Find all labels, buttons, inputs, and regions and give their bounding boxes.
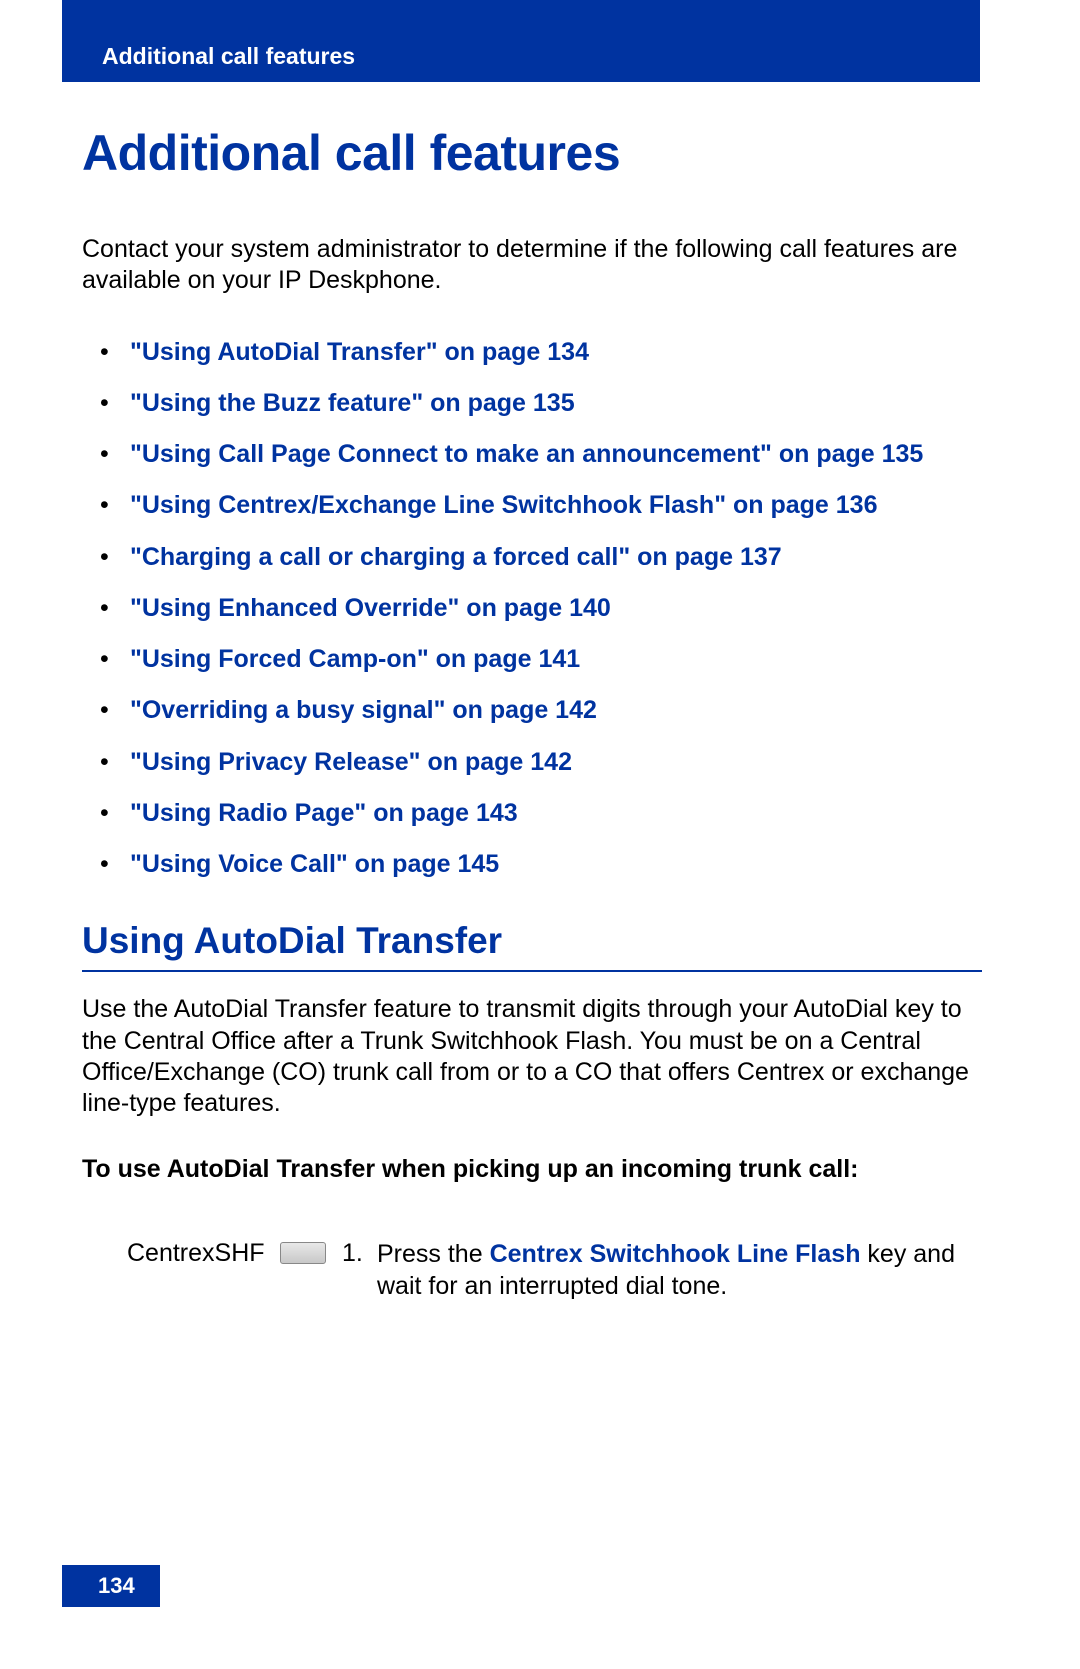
section-rule bbox=[82, 970, 982, 972]
toc-list: "Using AutoDial Transfer" on page 134 "U… bbox=[82, 337, 982, 881]
toc-item[interactable]: "Charging a call or charging a forced ca… bbox=[82, 542, 982, 573]
step-text-prefix: Press the bbox=[377, 1240, 490, 1268]
toc-item[interactable]: "Using Privacy Release" on page 142 bbox=[82, 747, 982, 778]
step-key-area: CentrexSHF bbox=[82, 1239, 342, 1268]
toc-item[interactable]: "Using Centrex/Exchange Line Switchhook … bbox=[82, 490, 982, 521]
key-label: CentrexSHF bbox=[127, 1239, 265, 1268]
toc-item[interactable]: "Using Forced Camp-on" on page 141 bbox=[82, 644, 982, 675]
section-subheading: To use AutoDial Transfer when picking up… bbox=[82, 1155, 982, 1184]
softkey-icon bbox=[280, 1242, 326, 1264]
page-title: Additional call features bbox=[82, 124, 982, 182]
footer-bar: 134 bbox=[62, 1565, 160, 1607]
toc-item[interactable]: "Using Call Page Connect to make an anno… bbox=[82, 439, 982, 470]
intro-paragraph: Contact your system administrator to det… bbox=[82, 234, 982, 297]
running-head: Additional call features bbox=[102, 43, 355, 70]
section-body: Use the AutoDial Transfer feature to tra… bbox=[82, 994, 982, 1119]
step-text-emphasis: Centrex Switchhook Line Flash bbox=[490, 1240, 861, 1268]
page-content: Additional call features Contact your sy… bbox=[82, 82, 982, 1302]
page-number: 134 bbox=[98, 1573, 135, 1599]
toc-item[interactable]: "Using AutoDial Transfer" on page 134 bbox=[82, 337, 982, 368]
step-instruction: 1. Press the Centrex Switchhook Line Fla… bbox=[342, 1239, 982, 1302]
toc-item[interactable]: "Using Radio Page" on page 143 bbox=[82, 798, 982, 829]
header-bar: Additional call features bbox=[62, 0, 980, 82]
section-heading: Using AutoDial Transfer bbox=[82, 920, 982, 962]
step-row: CentrexSHF 1. Press the Centrex Switchho… bbox=[82, 1239, 982, 1302]
toc-item[interactable]: "Using Enhanced Override" on page 140 bbox=[82, 593, 982, 624]
toc-item[interactable]: "Using the Buzz feature" on page 135 bbox=[82, 388, 982, 419]
step-text: Press the Centrex Switchhook Line Flash … bbox=[377, 1239, 982, 1302]
toc-item[interactable]: "Overriding a busy signal" on page 142 bbox=[82, 695, 982, 726]
toc-item[interactable]: "Using Voice Call" on page 145 bbox=[82, 849, 982, 880]
step-number: 1. bbox=[342, 1239, 377, 1268]
